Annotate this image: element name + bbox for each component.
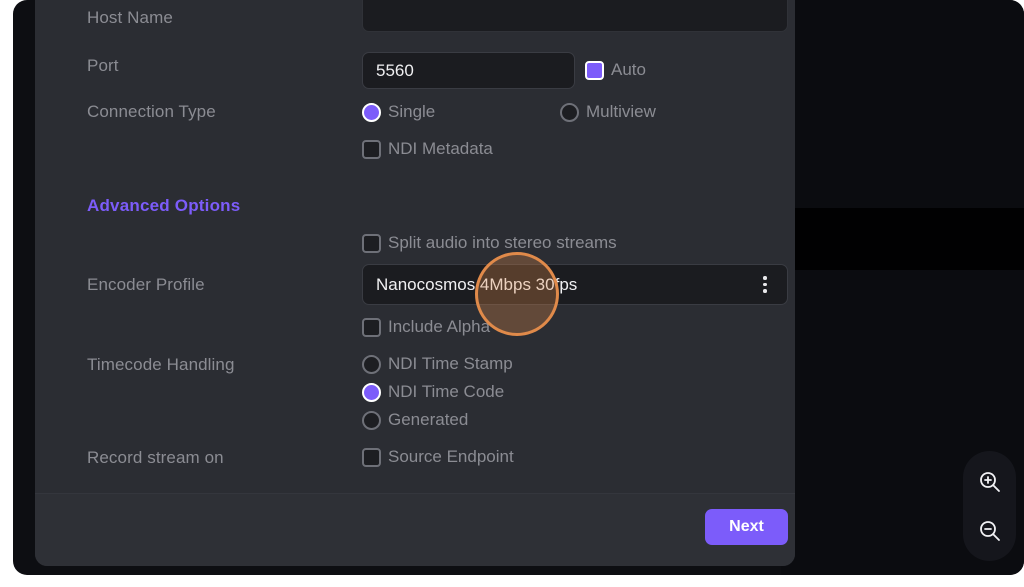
- host-name-input[interactable]: [362, 0, 788, 32]
- app-window: Host Name Port 5560 Auto: [13, 0, 1024, 575]
- radio-option-generated[interactable]: Generated: [362, 410, 468, 430]
- auto-label: Auto: [611, 60, 646, 80]
- record-stream-on-label: Record stream on: [87, 448, 224, 468]
- dialog-body: Host Name Port 5560 Auto: [35, 0, 795, 493]
- checkbox-option-include-alpha[interactable]: Include Alpha: [362, 317, 490, 337]
- radio-option-multiview[interactable]: Multiview: [560, 102, 656, 122]
- timecode-handling-label: Timecode Handling: [87, 355, 235, 375]
- ndi-metadata-label: NDI Metadata: [388, 139, 493, 159]
- kebab-menu-icon[interactable]: [756, 275, 774, 295]
- zoom-in-button[interactable]: [973, 465, 1007, 499]
- radio-option-ndi-time-stamp[interactable]: NDI Time Stamp: [362, 354, 513, 374]
- zoom-out-icon: [977, 518, 1003, 544]
- checkbox-option-source-endpoint[interactable]: Source Endpoint: [362, 447, 514, 467]
- dialog-footer: [35, 493, 795, 566]
- ndi-time-stamp-radio[interactable]: [362, 355, 381, 374]
- advanced-options-heading: Advanced Options: [87, 196, 240, 216]
- include-alpha-label: Include Alpha: [388, 317, 490, 337]
- auto-checkbox-option[interactable]: Auto: [585, 60, 646, 80]
- radio-option-ndi-time-code[interactable]: NDI Time Code: [362, 382, 504, 402]
- port-label: Port: [87, 56, 119, 76]
- multiview-label: Multiview: [586, 102, 656, 122]
- ndi-metadata-checkbox[interactable]: [362, 140, 381, 159]
- stream-settings-dialog: Host Name Port 5560 Auto: [35, 0, 795, 566]
- host-name-label: Host Name: [87, 8, 173, 28]
- screenshot-root: Host Name Port 5560 Auto: [0, 0, 1024, 587]
- single-radio[interactable]: [362, 103, 381, 122]
- radio-option-single[interactable]: Single: [362, 102, 435, 122]
- encoder-profile-select[interactable]: Nanocosmos 4Mbps 30fps: [362, 264, 788, 305]
- single-label: Single: [388, 102, 435, 122]
- ndi-time-code-radio[interactable]: [362, 383, 381, 402]
- port-value: 5560: [376, 61, 561, 81]
- ndi-time-code-label: NDI Time Code: [388, 382, 504, 402]
- checkbox-option-split-audio[interactable]: Split audio into stereo streams: [362, 233, 617, 253]
- encoder-profile-label: Encoder Profile: [87, 275, 205, 295]
- next-button[interactable]: Next: [705, 509, 788, 545]
- auto-checkbox[interactable]: [585, 61, 604, 80]
- ndi-time-stamp-label: NDI Time Stamp: [388, 354, 513, 374]
- split-audio-label: Split audio into stereo streams: [388, 233, 617, 253]
- encoder-profile-value: Nanocosmos 4Mbps 30fps: [376, 275, 756, 295]
- zoom-out-button[interactable]: [973, 514, 1007, 548]
- source-endpoint-label: Source Endpoint: [388, 447, 514, 467]
- zoom-controls: [963, 451, 1016, 561]
- zoom-in-icon: [977, 469, 1003, 495]
- checkbox-option-ndi-metadata[interactable]: NDI Metadata: [362, 139, 493, 159]
- include-alpha-checkbox[interactable]: [362, 318, 381, 337]
- generated-label: Generated: [388, 410, 468, 430]
- preview-dark-band: [781, 208, 1024, 270]
- multiview-radio[interactable]: [560, 103, 579, 122]
- connection-type-label: Connection Type: [87, 102, 216, 122]
- source-endpoint-checkbox[interactable]: [362, 448, 381, 467]
- port-input[interactable]: 5560: [362, 52, 575, 89]
- generated-radio[interactable]: [362, 411, 381, 430]
- split-audio-checkbox[interactable]: [362, 234, 381, 253]
